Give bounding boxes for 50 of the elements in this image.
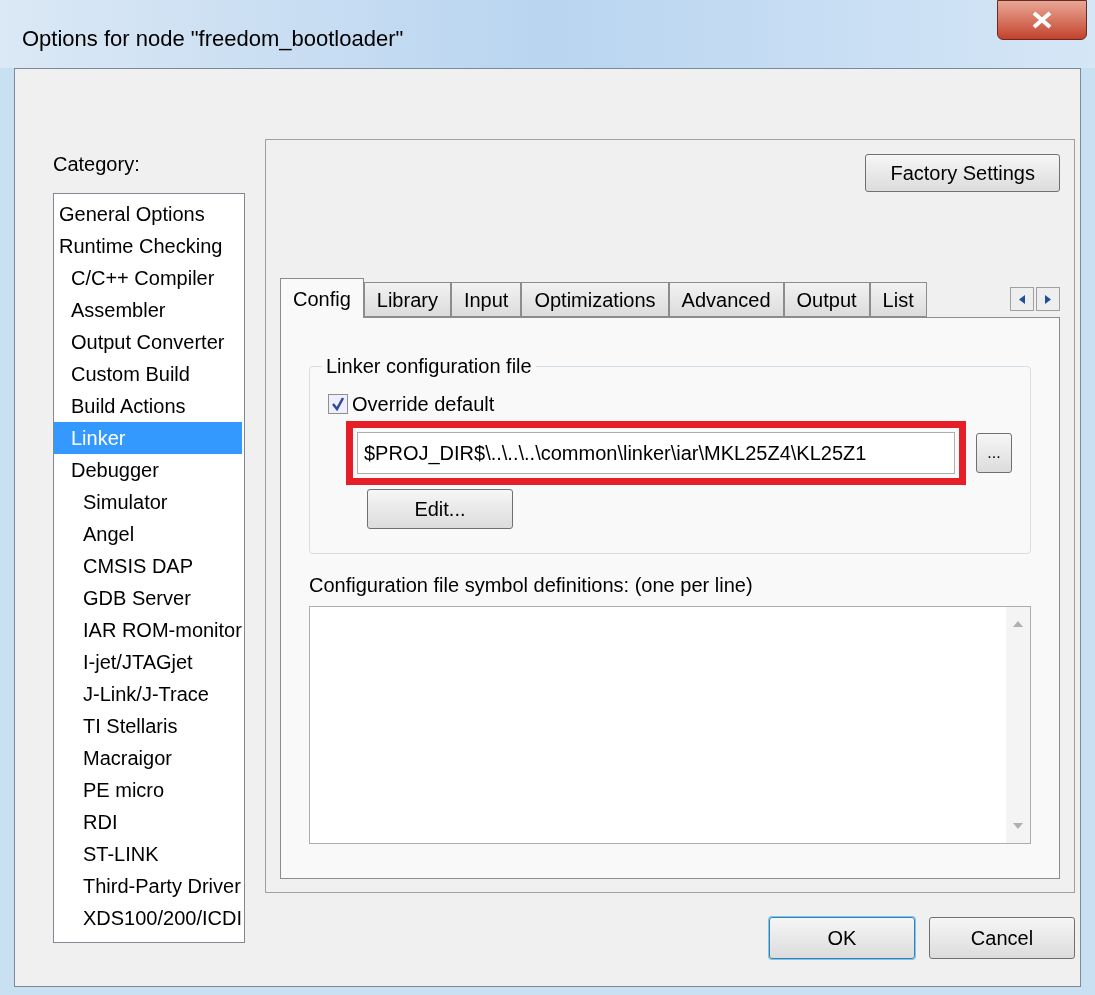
symbol-definitions-label: Configuration file symbol definitions: (one per line) [309, 573, 754, 598]
category-item[interactable]: Macraigor [54, 742, 242, 774]
category-item[interactable]: RDI [54, 806, 242, 838]
scrollbar[interactable] [1006, 607, 1030, 843]
category-item[interactable]: Third-Party Driver [54, 870, 242, 902]
category-item[interactable]: I-jet/JTAGjet [54, 646, 242, 678]
category-item[interactable]: C/C++ Compiler [54, 262, 242, 294]
tab[interactable]: List [869, 282, 927, 317]
category-item[interactable]: ST-LINK [54, 838, 242, 870]
tab[interactable]: Config [280, 278, 364, 318]
dialog-button[interactable]: Cancel [929, 917, 1075, 959]
tab[interactable]: Input [450, 282, 522, 317]
category-item[interactable]: Simulator [54, 486, 242, 518]
checkbox-label: Override default [352, 392, 495, 417]
category-item[interactable]: TI Stellaris [54, 710, 242, 742]
category-item[interactable]: Build Actions [54, 390, 242, 422]
factory-settings-button[interactable]: Factory Settings [865, 154, 1060, 192]
category-item[interactable]: XDS100/200/ICDI [54, 902, 242, 934]
category-item[interactable]: CMSIS DAP [54, 550, 242, 582]
close-button[interactable] [997, 0, 1087, 40]
tab[interactable]: Library [363, 282, 451, 317]
tab-scroll-right-button[interactable] [1036, 287, 1060, 311]
category-item[interactable]: General Options [54, 198, 242, 230]
edit-button[interactable]: Edit... [367, 489, 513, 529]
category-item[interactable]: Custom Build [54, 358, 242, 390]
window-title: Options for node "freedom_bootloader" [22, 25, 405, 53]
close-icon [1031, 11, 1053, 29]
category-item[interactable]: J-Link/J-Trace [54, 678, 242, 710]
path-field[interactable]: $PROJ_DIR$\..\..\..\common\linker\iar\MKL25Z4\KL25Z1 [357, 432, 955, 474]
tab-scroll-left-button[interactable] [1010, 287, 1034, 311]
browse-button[interactable]: ... [976, 433, 1012, 473]
category-item[interactable]: Angel [54, 518, 242, 550]
left-triangle-icon [1019, 294, 1025, 304]
checkmark-icon [331, 397, 345, 411]
category-item[interactable]: PE micro [54, 774, 242, 806]
category-item[interactable]: GDB Server [54, 582, 242, 614]
category-label: Category: [53, 152, 141, 177]
tab[interactable]: Advanced [668, 282, 784, 317]
right-triangle-icon [1045, 294, 1051, 304]
category-item[interactable]: IAR ROM-monitor [54, 614, 242, 646]
dialog-button[interactable]: OK [769, 917, 915, 959]
tab[interactable]: Optimizations [521, 282, 669, 317]
down-triangle-icon [1013, 823, 1023, 829]
category-item[interactable]: Assembler [54, 294, 242, 326]
category-item[interactable]: Debugger [54, 454, 242, 486]
checkbox[interactable] [328, 394, 348, 414]
category-item[interactable]: Output Converter [54, 326, 242, 358]
category-item[interactable]: Runtime Checking [54, 230, 242, 262]
tab[interactable]: Output [783, 282, 870, 317]
up-triangle-icon [1013, 621, 1023, 627]
